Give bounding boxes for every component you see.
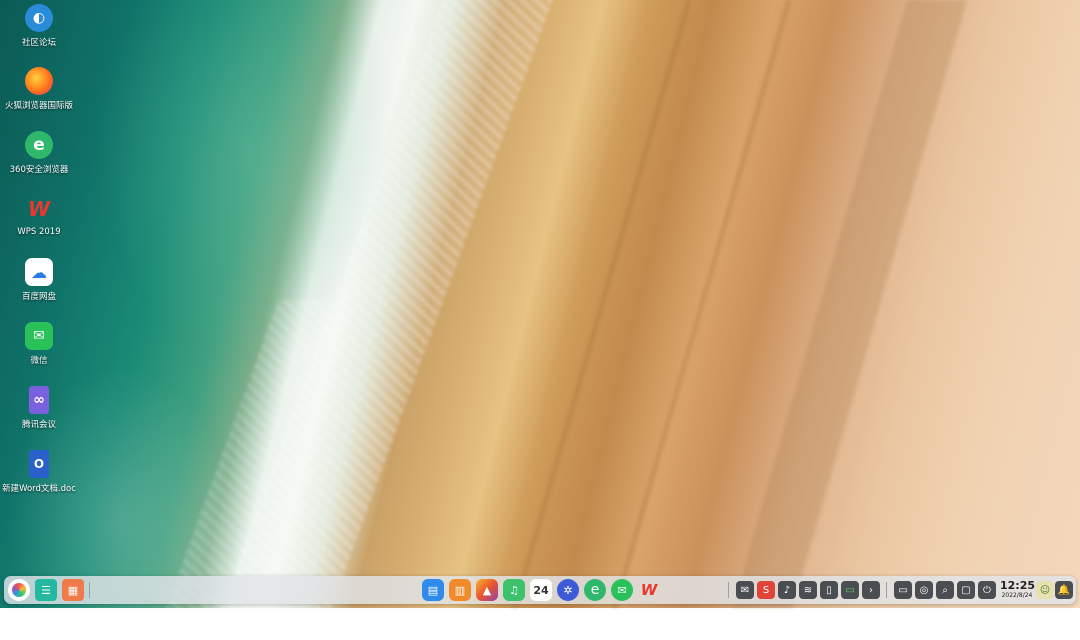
tencent-meeting-icon: ∞ <box>29 386 49 414</box>
user-avatar-icon[interactable]: ☺ <box>1036 581 1054 599</box>
wps-icon: W <box>27 197 51 221</box>
desktop-icon-label: 微信 <box>30 356 48 366</box>
desktop-icon-label: 360安全浏览器 <box>9 165 69 175</box>
tray-expand-icon[interactable]: › <box>862 581 880 599</box>
wechat-tray-icon[interactable]: ✉ <box>736 581 754 599</box>
wifi-icon[interactable]: ≋ <box>799 581 817 599</box>
baidu-netdisk-icon: ☁ <box>25 258 53 286</box>
desktop-icon-wechat[interactable]: ✉ 微信 <box>0 322 78 382</box>
wechat-dock-icon[interactable]: ✉ <box>611 579 633 601</box>
calendar-icon[interactable]: 24 <box>530 579 552 601</box>
firefox-icon <box>25 67 53 95</box>
music-icon[interactable]: ♫ <box>503 579 525 601</box>
desktop-icon-community-forum[interactable]: ◐ 社区论坛 <box>0 4 78 64</box>
sogou-input-icon[interactable]: S <box>757 581 775 599</box>
desktop-icon-360-browser[interactable]: e 360安全浏览器 <box>0 131 78 191</box>
launcher-icon[interactable] <box>8 579 30 601</box>
screen-projection-icon[interactable]: ▭ <box>894 581 912 599</box>
app-store-icon[interactable]: ▤ <box>422 579 444 601</box>
screenshot-icon[interactable]: ◎ <box>915 581 933 599</box>
battery-icon[interactable]: ▭ <box>841 581 859 599</box>
desktop-icon-word-document[interactable]: O 新建Word文档.doc <box>0 450 78 510</box>
desktop-icon-label: 火狐浏览器国际版 <box>4 101 73 111</box>
desktop-icon-baidu-netdisk[interactable]: ☁ 百度网盘 <box>0 258 78 318</box>
power-icon[interactable]: ⏻ <box>978 581 996 599</box>
desktop-icon-tencent-meeting[interactable]: ∞ 腾讯会议 <box>0 386 78 446</box>
wechat-icon: ✉ <box>25 322 53 350</box>
volume-icon[interactable]: ♪ <box>778 581 796 599</box>
desktop-icon-label: 社区论坛 <box>21 38 56 48</box>
desktop-icon-firefox[interactable]: 火狐浏览器国际版 <box>0 67 78 127</box>
desktop-icon-label: 新建Word文档.doc <box>2 484 76 494</box>
dock-separator <box>89 582 90 598</box>
mouse-icon[interactable]: ▯ <box>820 581 838 599</box>
show-desktop-icon[interactable]: ▢ <box>957 581 975 599</box>
wps-dock-icon[interactable]: W <box>638 579 660 601</box>
360-browser-icon: e <box>25 131 53 159</box>
clock[interactable]: 12:25 2022/8/24 <box>1000 579 1036 600</box>
clock-time: 12:25 <box>1000 579 1036 592</box>
dock-separator <box>886 582 887 598</box>
multitask-view-icon[interactable]: ☰ <box>35 579 57 601</box>
settings-icon[interactable]: ✲ <box>557 579 579 601</box>
dock-separator <box>728 582 729 598</box>
calendar-day: 24 <box>533 583 549 597</box>
search-icon[interactable]: ⌕ <box>936 581 954 599</box>
image-viewer-icon[interactable]: ▲ <box>476 579 498 601</box>
desktop-icon-label: 百度网盘 <box>21 292 56 302</box>
desktop-icon-label: 腾讯会议 <box>21 420 56 430</box>
360-browser-dock-icon[interactable]: e <box>584 579 606 601</box>
clock-date: 2022/8/24 <box>1001 592 1033 599</box>
desktop-icon-wps[interactable]: W WPS 2019 <box>0 195 78 255</box>
word-document-icon: O <box>29 450 49 478</box>
notification-bell-icon[interactable]: 🔔 <box>1055 581 1073 599</box>
desktop-icon-label: WPS 2019 <box>17 227 61 237</box>
reader-icon[interactable]: ▥ <box>449 579 471 601</box>
community-forum-icon: ◐ <box>25 4 53 32</box>
workspace-icon[interactable]: ▦ <box>62 579 84 601</box>
taskbar-dock: ☰ ▦ ▤ ▥ ▲ ♫ 24 ✲ e ✉ W ✉ S ♪ ≋ ▯ ▭ › ▭ ◎… <box>4 576 1076 604</box>
